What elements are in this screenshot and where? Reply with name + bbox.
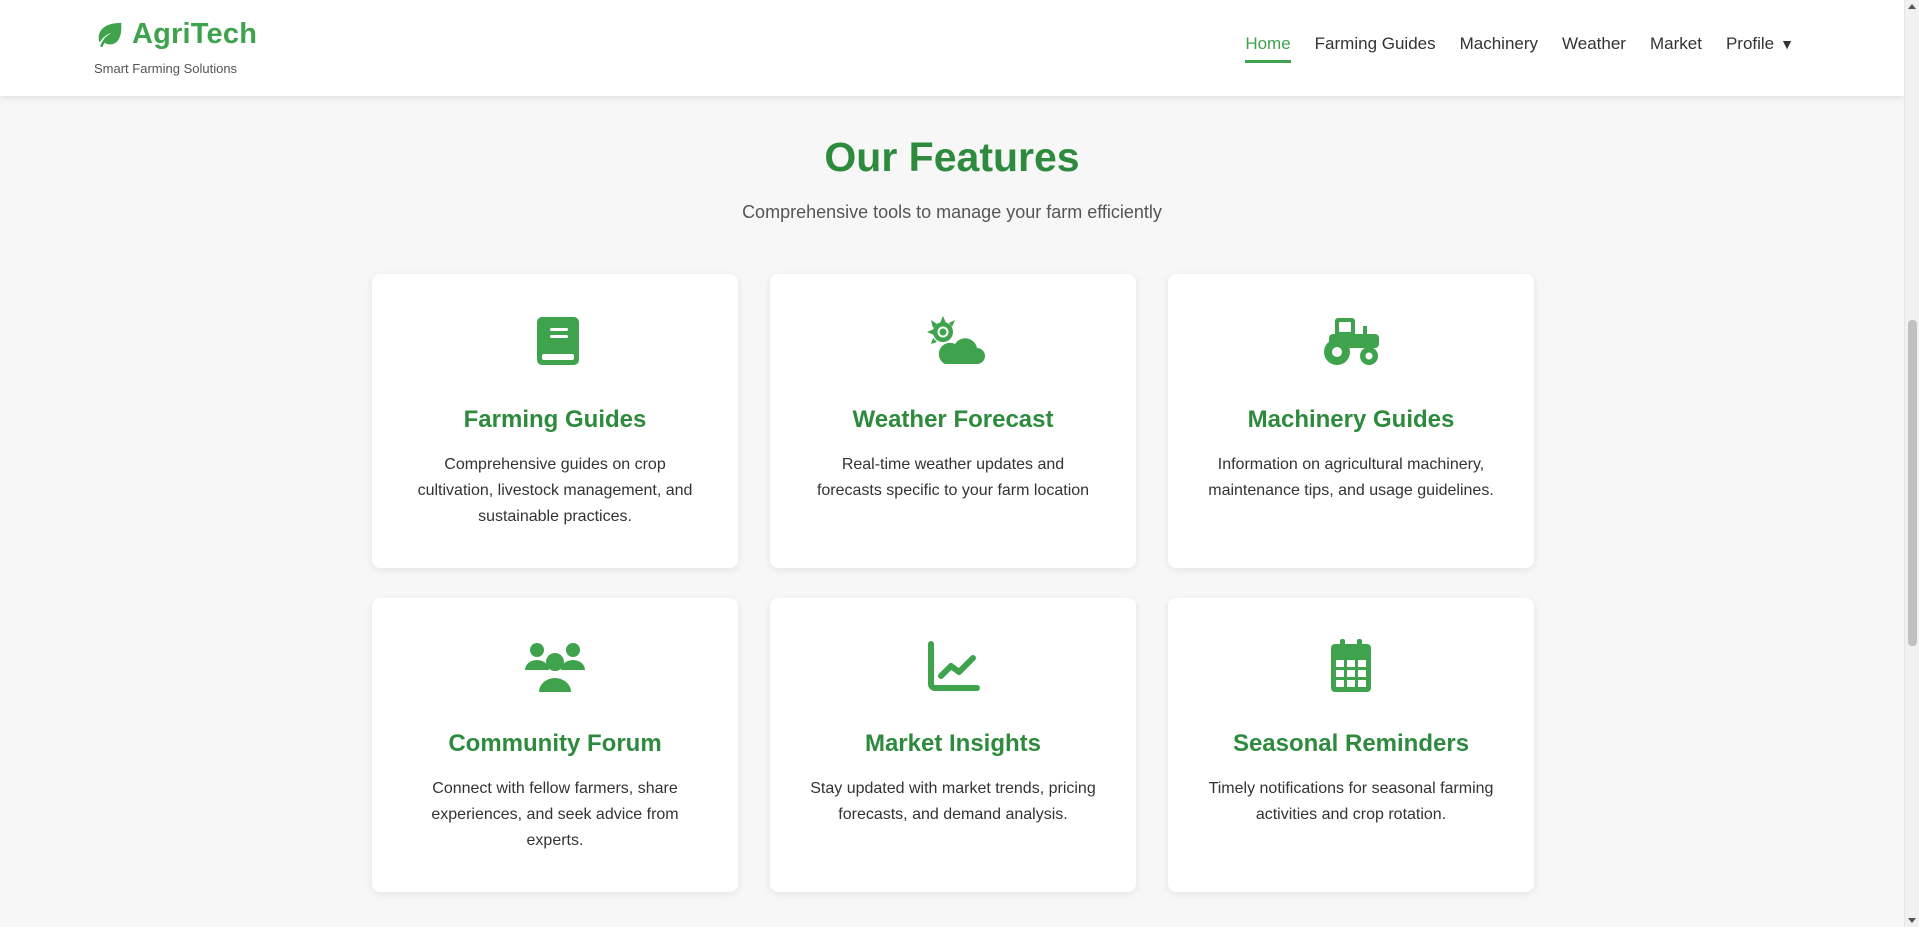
card-description: Comprehensive guides on crop cultivation…: [417, 456, 693, 525]
nav-item-machinery[interactable]: Machinery: [1460, 34, 1538, 63]
section-subtitle: Comprehensive tools to manage your farm …: [742, 202, 1162, 222]
card-title: Seasonal Reminders: [1232, 730, 1470, 757]
calendar-icon: [1331, 639, 1371, 692]
features-section: Our Features Comprehensive tools to mana…: [0, 96, 1904, 927]
scrollbar-thumb[interactable]: [1908, 320, 1917, 646]
sun-cloud-icon: [927, 316, 985, 364]
features-grid: Farming Guides Comprehensive guides on c…: [372, 274, 1534, 892]
nav-item-farming-guides[interactable]: Farming Guides: [1315, 34, 1436, 63]
leaf-icon: [98, 22, 122, 47]
feature-card-seasonal-reminders[interactable]: Seasonal Reminders Timely notifications …: [1168, 598, 1534, 892]
card-description: Connect with fellow farmers, share exper…: [431, 780, 679, 849]
chevron-down-icon: ▼: [1780, 36, 1794, 52]
site-header: AgriTech Smart Farming Solutions Home Fa…: [0, 0, 1904, 96]
nav-item-home[interactable]: Home: [1245, 34, 1291, 63]
feature-card-market-insights[interactable]: Market Insights Stay updated with market…: [770, 598, 1136, 892]
card-title: Machinery Guides: [1247, 406, 1455, 433]
feature-card-community-forum[interactable]: Community Forum Connect with fellow farm…: [372, 598, 738, 892]
brand-name: AgriTech: [132, 18, 258, 50]
card-title: Market Insights: [864, 730, 1042, 757]
card-title: Farming Guides: [463, 406, 647, 433]
feature-card-machinery-guides[interactable]: Machinery Guides Information on agricult…: [1168, 274, 1534, 568]
chart-line-icon: [928, 641, 980, 691]
nav-item-weather[interactable]: Weather: [1562, 34, 1626, 63]
tractor-icon: [1324, 318, 1379, 365]
card-title: Community Forum: [448, 730, 662, 757]
vertical-scrollbar[interactable]: [1904, 0, 1919, 927]
card-description: Information on agricultural machinery, m…: [1208, 456, 1494, 499]
feature-card-weather-forecast[interactable]: Weather Forecast Real-time weather updat…: [770, 274, 1136, 568]
nav-item-profile[interactable]: Profile ▼: [1726, 34, 1794, 63]
section-title: Our Features: [824, 134, 1080, 180]
feature-card-farming-guides[interactable]: Farming Guides Comprehensive guides on c…: [372, 274, 738, 568]
card-description: Stay updated with market trends, pricing…: [810, 780, 1096, 823]
users-icon: [525, 643, 585, 692]
book-icon: [537, 317, 579, 365]
main-nav: Home Farming Guides Machinery Weather Ma…: [1245, 34, 1794, 63]
profile-label: Profile: [1725, 34, 1775, 53]
scroll-down-arrow-icon[interactable]: [1908, 918, 1916, 923]
card-title: Weather Forecast: [852, 406, 1054, 433]
scroll-up-arrow-icon[interactable]: [1908, 4, 1916, 9]
brand-tagline: Smart Farming Solutions: [94, 61, 238, 76]
nav-item-market[interactable]: Market: [1650, 34, 1702, 63]
card-description: Timely notifications for seasonal farmin…: [1208, 780, 1494, 823]
card-description: Real-time weather updates and forecasts …: [816, 456, 1090, 499]
brand[interactable]: AgriTech Smart Farming Solutions: [94, 18, 257, 76]
